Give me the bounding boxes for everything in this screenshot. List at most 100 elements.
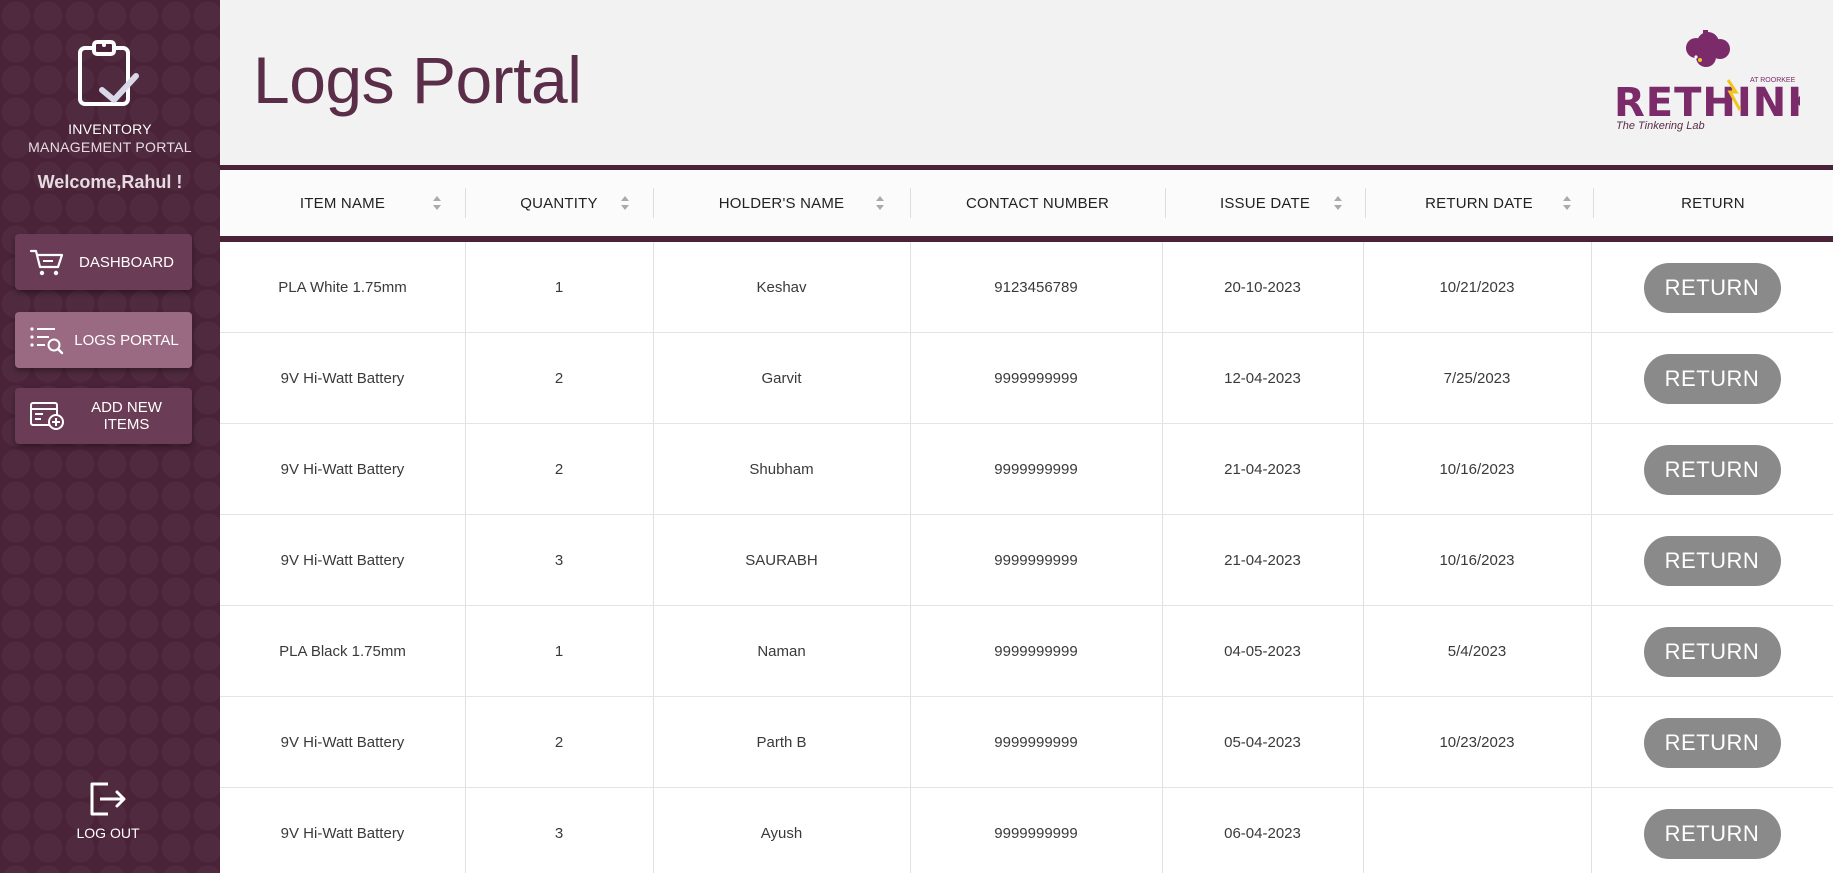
dashboard-label: DASHBOARD bbox=[78, 253, 175, 271]
item-name-cell: 9V Hi-Watt Battery bbox=[280, 825, 405, 842]
quantity-cell: 3 bbox=[554, 825, 564, 842]
return-button[interactable]: RETURN bbox=[1643, 262, 1781, 313]
add-item-icon bbox=[27, 399, 67, 433]
column-label: ITEM NAME bbox=[299, 194, 386, 212]
logout-label: LOG OUT bbox=[76, 825, 140, 841]
contact-number-cell: 9999999999 bbox=[994, 461, 1078, 478]
issue-date-cell: 05-04-2023 bbox=[1224, 734, 1301, 751]
column-label: CONTACT NUMBER bbox=[965, 194, 1110, 212]
page-title: Logs Portal bbox=[253, 43, 582, 117]
item-name-cell: 9V Hi-Watt Battery bbox=[280, 461, 405, 478]
return-cell: RETURN bbox=[1591, 242, 1833, 333]
table-row: 9V Hi-Watt Battery 2 Parth B 9999999999 … bbox=[220, 697, 1833, 788]
column-label: RETURN bbox=[1681, 194, 1745, 212]
return-button[interactable]: RETURN bbox=[1643, 535, 1781, 586]
dashboard-button[interactable]: DASHBOARD bbox=[15, 234, 192, 290]
issue-date-cell: 21-04-2023 bbox=[1224, 461, 1301, 478]
quantity-cell: 1 bbox=[554, 643, 564, 660]
item-name-cell: 9V Hi-Watt Battery bbox=[280, 552, 405, 569]
holder-name-cell: Keshav bbox=[756, 279, 807, 296]
holder-name-cell: Garvit bbox=[761, 370, 802, 387]
return-button[interactable]: RETURN bbox=[1643, 808, 1781, 859]
issue-date-cell: 21-04-2023 bbox=[1224, 552, 1301, 569]
issue-date-cell: 12-04-2023 bbox=[1224, 370, 1301, 387]
return-cell: RETURN bbox=[1591, 424, 1833, 515]
return-cell: RETURN bbox=[1591, 788, 1833, 873]
logout-icon bbox=[86, 782, 130, 822]
column-header-return: RETURN bbox=[1593, 170, 1833, 236]
sort-arrows-icon[interactable] bbox=[432, 195, 442, 211]
issue-date-cell: 04-05-2023 bbox=[1224, 643, 1301, 660]
return-button[interactable]: RETURN bbox=[1643, 353, 1781, 404]
table-row: 9V Hi-Watt Battery 2 Shubham 9999999999 … bbox=[220, 424, 1833, 515]
logs-portal-button[interactable]: LOGS PORTAL bbox=[15, 312, 192, 368]
issue-date-cell: 06-04-2023 bbox=[1224, 825, 1301, 842]
logs-table-body: PLA White 1.75mm 1 Keshav 9123456789 20-… bbox=[220, 242, 1833, 873]
welcome-message: Welcome,Rahul ! bbox=[37, 172, 183, 192]
return-date-cell: 10/16/2023 bbox=[1439, 461, 1515, 478]
column-header-quantity[interactable]: QUANTITY bbox=[465, 170, 653, 236]
quantity-cell: 2 bbox=[554, 461, 564, 478]
contact-number-cell: 9999999999 bbox=[994, 825, 1078, 842]
sort-arrows-icon[interactable] bbox=[875, 195, 885, 211]
table-row: PLA Black 1.75mm 1 Naman 9999999999 04-0… bbox=[220, 606, 1833, 697]
contact-number-cell: 9123456789 bbox=[994, 279, 1078, 296]
return-date-cell bbox=[1363, 788, 1591, 873]
contact-number-cell: 9999999999 bbox=[994, 643, 1078, 660]
column-label: QUANTITY bbox=[520, 194, 598, 212]
return-button[interactable]: RETURN bbox=[1643, 626, 1781, 677]
list-search-icon bbox=[27, 323, 67, 357]
item-name-cell: PLA Black 1.75mm bbox=[279, 643, 406, 660]
return-date-cell: 5/4/2023 bbox=[1447, 643, 1507, 660]
holder-name-cell: Shubham bbox=[749, 461, 814, 478]
column-label: HOLDER'S NAME bbox=[718, 194, 845, 212]
contact-number-cell: 9999999999 bbox=[994, 552, 1078, 569]
table-row: 9V Hi-Watt Battery 2 Garvit 9999999999 1… bbox=[220, 333, 1833, 424]
contact-number-cell: 9999999999 bbox=[994, 734, 1078, 751]
rethink-logo: AT ROORKEE RETHINK! The Tinkering Lab bbox=[1610, 30, 1833, 134]
item-name-cell: PLA White 1.75mm bbox=[278, 279, 407, 296]
item-name-cell: 9V Hi-Watt Battery bbox=[280, 370, 405, 387]
return-button[interactable]: RETURN bbox=[1643, 717, 1781, 768]
quantity-cell: 3 bbox=[554, 552, 564, 569]
table-row: 9V Hi-Watt Battery 3 Ayush 9999999999 06… bbox=[220, 788, 1833, 873]
add-new-items-button[interactable]: ADD NEW ITEMS bbox=[15, 388, 192, 444]
issue-date-cell: 20-10-2023 bbox=[1224, 279, 1301, 296]
column-header-item-name[interactable]: ITEM NAME bbox=[220, 170, 465, 236]
return-cell: RETURN bbox=[1591, 606, 1833, 697]
sort-arrows-icon[interactable] bbox=[1562, 195, 1572, 211]
item-name-cell: 9V Hi-Watt Battery bbox=[280, 734, 405, 751]
sort-arrows-icon[interactable] bbox=[1333, 195, 1343, 211]
column-header-issue-date[interactable]: ISSUE DATE bbox=[1165, 170, 1365, 236]
page-header: Logs Portal AT ROORKEE RETHINK! The Tink… bbox=[220, 0, 1833, 165]
quantity-cell: 2 bbox=[554, 734, 564, 751]
cart-icon bbox=[27, 245, 67, 279]
quantity-cell: 2 bbox=[554, 370, 564, 387]
return-cell: RETURN bbox=[1591, 697, 1833, 788]
return-cell: RETURN bbox=[1591, 333, 1833, 424]
return-date-cell: 10/16/2023 bbox=[1439, 552, 1515, 569]
return-date-cell: 10/23/2023 bbox=[1439, 734, 1515, 751]
holder-name-cell: SAURABH bbox=[745, 552, 818, 569]
add-new-items-label: ADD NEW ITEMS bbox=[91, 399, 162, 433]
column-label: ISSUE DATE bbox=[1219, 194, 1311, 212]
table-header: ITEM NAME QUANTITY HOLDER'S NAME CONTACT… bbox=[220, 170, 1833, 236]
logs-portal-label: LOGS PORTAL bbox=[74, 331, 179, 349]
sidebar: INVENTORY MANAGEMENT PORTAL Welcome,Rahu… bbox=[0, 0, 220, 873]
holder-name-cell: Parth B bbox=[756, 734, 807, 751]
return-date-cell: 7/25/2023 bbox=[1443, 370, 1511, 387]
table-row: 9V Hi-Watt Battery 3 SAURABH 9999999999 … bbox=[220, 515, 1833, 606]
logout-button[interactable]: LOG OUT bbox=[70, 780, 146, 841]
column-header-contact-number: CONTACT NUMBER bbox=[910, 170, 1165, 236]
column-header-holders-name[interactable]: HOLDER'S NAME bbox=[653, 170, 910, 236]
return-cell: RETURN bbox=[1591, 515, 1833, 606]
return-button[interactable]: RETURN bbox=[1643, 444, 1781, 495]
brand-title: INVENTORY bbox=[68, 121, 152, 137]
logo-tagline: The Tinkering Lab bbox=[1616, 120, 1705, 132]
column-label: RETURN DATE bbox=[1425, 194, 1533, 212]
contact-number-cell: 9999999999 bbox=[994, 370, 1078, 387]
sort-arrows-icon[interactable] bbox=[620, 195, 630, 211]
column-header-return-date[interactable]: RETURN DATE bbox=[1365, 170, 1593, 236]
holder-name-cell: Naman bbox=[757, 643, 806, 660]
holder-name-cell: Ayush bbox=[760, 825, 803, 842]
